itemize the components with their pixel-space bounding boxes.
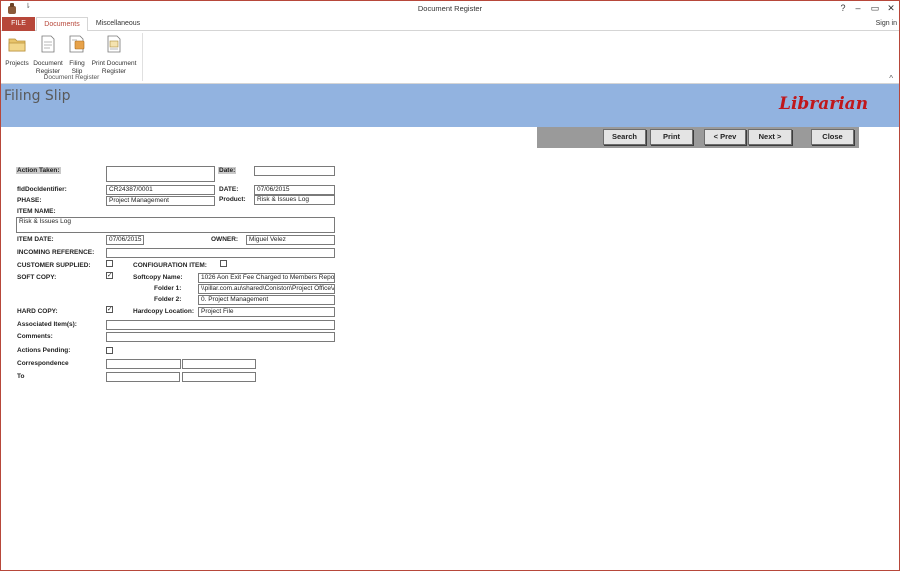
- phase-label: PHASE:: [17, 197, 42, 204]
- tab-file[interactable]: FILE: [2, 17, 35, 31]
- configuration-item-checkbox[interactable]: [220, 260, 227, 267]
- date-label: Date:: [218, 167, 237, 174]
- correspondence-field-1[interactable]: [106, 359, 181, 369]
- phase-field[interactable]: Project Management: [106, 196, 215, 206]
- tab-documents[interactable]: Documents: [36, 17, 88, 32]
- filing-slip-icon: [69, 35, 85, 53]
- hard-copy-label: HARD COPY:: [17, 308, 58, 315]
- folder2-field[interactable]: 0. Project Management: [198, 295, 335, 305]
- customer-supplied-checkbox[interactable]: [106, 260, 113, 267]
- product-field[interactable]: Risk & Issues Log: [254, 195, 335, 205]
- projects-button[interactable]: Projects: [4, 34, 30, 68]
- action-taken-label: Action Taken:: [16, 167, 61, 174]
- softcopy-name-field[interactable]: 1026 Aon Exit Fee Charged to Members Rep…: [198, 273, 335, 283]
- actions-pending-checkbox[interactable]: [106, 347, 113, 354]
- form-title: Filing Slip: [4, 88, 71, 104]
- associated-items-label: Associated Item(s):: [17, 321, 77, 328]
- hard-copy-checkbox[interactable]: ✓: [106, 306, 113, 313]
- close-icon[interactable]: ✕: [885, 3, 897, 14]
- print-document-register-button[interactable]: Print Document Register: [89, 34, 139, 77]
- date-field[interactable]: [254, 166, 335, 176]
- customer-supplied-label: CUSTOMER SUPPLIED:: [17, 262, 91, 269]
- document-register-label-line1: Document: [33, 59, 63, 67]
- folder-icon: [8, 38, 26, 52]
- correspondence-label: Correspondence: [17, 360, 69, 367]
- folder2-label: Folder 2:: [154, 296, 182, 303]
- owner-label: OWNER:: [211, 236, 239, 243]
- collapse-ribbon-icon[interactable]: ^: [889, 74, 893, 83]
- doc-identifier-label: fldDocIdentifier:: [17, 186, 67, 193]
- close-button[interactable]: Close: [811, 129, 854, 145]
- minimize-icon[interactable]: –: [852, 3, 864, 13]
- print-register-icon: [107, 35, 121, 53]
- incoming-reference-field[interactable]: [106, 248, 335, 258]
- folder1-label: Folder 1:: [154, 285, 182, 292]
- item-name-label: ITEM NAME:: [17, 208, 56, 215]
- projects-label: Projects: [5, 59, 29, 67]
- product-label: Product:: [219, 196, 246, 203]
- hardcopy-location-label: Hardcopy Location:: [133, 308, 195, 315]
- filing-slip-label-line1: Filing: [69, 59, 85, 67]
- associated-items-field[interactable]: [106, 320, 335, 330]
- print-button[interactable]: Print: [650, 129, 693, 145]
- incoming-reference-label: INCOMING REFERENCE:: [17, 249, 95, 256]
- to-field-1[interactable]: [106, 372, 180, 382]
- document-register-button[interactable]: Document Register: [32, 34, 64, 77]
- title-bar: ⇂ Document Register ? – ▭ ✕: [1, 1, 899, 17]
- comments-field[interactable]: [106, 332, 335, 342]
- sign-in-link[interactable]: Sign in: [876, 17, 897, 31]
- app-window: ⇂ Document Register ? – ▭ ✕ FILE Documen…: [0, 0, 900, 571]
- soft-copy-label: SOFT COPY:: [17, 274, 57, 281]
- to-field-2[interactable]: [182, 372, 256, 382]
- item-date-label: ITEM DATE:: [17, 236, 54, 243]
- comments-label: Comments:: [17, 333, 53, 340]
- item-date-field[interactable]: 07/06/2015: [106, 235, 144, 245]
- to-label: To: [17, 373, 25, 380]
- filing-slip-button[interactable]: Filing Slip: [67, 34, 87, 77]
- ribbon-tabs: FILE Documents Miscellaneous Sign in: [1, 17, 899, 32]
- search-button[interactable]: Search: [603, 129, 646, 145]
- next-button[interactable]: Next >: [748, 129, 792, 145]
- prev-button[interactable]: < Prev: [704, 129, 746, 145]
- doc-identifier-field[interactable]: CR24387/0001: [106, 185, 215, 195]
- maximize-icon[interactable]: ▭: [869, 3, 881, 14]
- correspondence-field-2[interactable]: [182, 359, 256, 369]
- help-icon[interactable]: ?: [837, 3, 849, 13]
- print-document-register-label-line1: Print Document: [91, 59, 137, 67]
- document-icon: [41, 35, 55, 53]
- date2-label: DATE:: [219, 186, 239, 193]
- ribbon-group-label: Document Register: [43, 74, 100, 81]
- form-header: Filing Slip Librarian: [1, 84, 899, 127]
- owner-field[interactable]: Miguel Velez: [246, 235, 335, 245]
- navigation-bar: Search Print < Prev Next > Close: [537, 127, 859, 148]
- action-taken-field[interactable]: [106, 166, 215, 182]
- window-title: Document Register: [417, 4, 483, 13]
- ribbon: Projects Document Register Filing Slip P…: [1, 31, 899, 84]
- brand-logo: Librarian: [779, 94, 869, 114]
- tab-miscellaneous[interactable]: Miscellaneous: [90, 17, 146, 32]
- hardcopy-location-field[interactable]: Project File: [198, 307, 335, 317]
- date2-field[interactable]: 07/06/2015: [254, 185, 335, 195]
- soft-copy-checkbox[interactable]: ✓: [106, 272, 113, 279]
- folder1-field[interactable]: \\pillar.com.au\shared\Coniston\Project …: [198, 284, 335, 294]
- item-name-field[interactable]: Risk & Issues Log: [16, 217, 335, 233]
- actions-pending-label: Actions Pending:: [17, 347, 71, 354]
- configuration-item-label: CONFIGURATION ITEM:: [133, 262, 207, 269]
- softcopy-name-label: Softcopy Name:: [133, 274, 183, 281]
- ribbon-group-separator: [142, 33, 143, 81]
